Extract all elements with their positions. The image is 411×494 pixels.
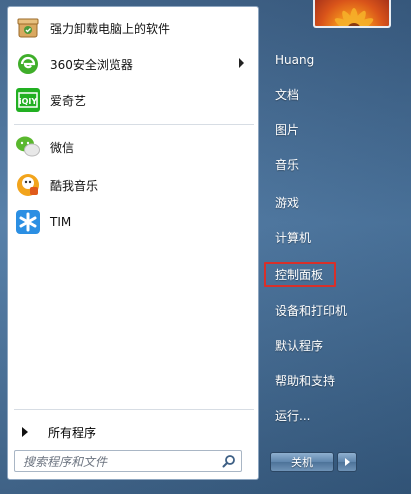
programs-panel: 强力卸载电脑上的软件 360安全浏览器 iQIY 爱奇艺 微信 酷我音乐 TIM… bbox=[7, 6, 259, 480]
program-label: 酷我音乐 bbox=[50, 178, 99, 193]
menu-label: 文档 bbox=[275, 87, 300, 102]
menu-item-documents[interactable]: 文档 bbox=[266, 79, 396, 109]
divider bbox=[14, 124, 254, 125]
program-item-tim[interactable]: TIM bbox=[14, 205, 252, 239]
menu-label: 帮助和支持 bbox=[275, 373, 336, 388]
user-avatar[interactable] bbox=[313, 0, 391, 28]
menu-item-default-programs[interactable]: 默认程序 bbox=[266, 330, 396, 360]
program-label: 360安全浏览器 bbox=[50, 57, 133, 72]
menu-label: Huang bbox=[275, 53, 315, 67]
tim-icon bbox=[14, 208, 42, 236]
program-item-uninstaller[interactable]: 强力卸载电脑上的软件 bbox=[14, 11, 252, 45]
all-programs-label: 所有程序 bbox=[48, 425, 97, 440]
search-icon[interactable] bbox=[222, 454, 236, 471]
shutdown-options-button[interactable] bbox=[337, 452, 357, 472]
kuwo-music-icon bbox=[14, 171, 42, 199]
svg-text:iQIY: iQIY bbox=[19, 97, 38, 106]
menu-item-devices-printers[interactable]: 设备和打印机 bbox=[266, 295, 396, 325]
menu-label: 图片 bbox=[275, 122, 300, 137]
menu-item-computer[interactable]: 计算机 bbox=[266, 222, 396, 252]
divider bbox=[14, 409, 254, 410]
program-label: TIM bbox=[50, 215, 72, 229]
menu-label: 设备和打印机 bbox=[275, 303, 348, 318]
menu-item-games[interactable]: 游戏 bbox=[266, 187, 396, 217]
menu-label: 游戏 bbox=[275, 195, 300, 210]
shutdown-label: 关机 bbox=[291, 456, 313, 469]
menu-item-help-support[interactable]: 帮助和支持 bbox=[266, 365, 396, 395]
menu-label: 计算机 bbox=[275, 230, 312, 245]
program-item-iqiyi[interactable]: iQIY 爱奇艺 bbox=[14, 83, 252, 117]
shutdown-button[interactable]: 关机 bbox=[270, 452, 334, 472]
program-item-360-browser[interactable]: 360安全浏览器 bbox=[14, 47, 252, 81]
menu-item-run[interactable]: 运行... bbox=[266, 400, 396, 430]
menu-label: 音乐 bbox=[275, 157, 300, 172]
highlight-box bbox=[264, 262, 336, 287]
browser-360-icon bbox=[14, 50, 42, 78]
all-programs-button[interactable]: 所有程序 bbox=[14, 421, 252, 443]
arrow-right-icon bbox=[344, 458, 350, 466]
menu-item-music[interactable]: 音乐 bbox=[266, 149, 396, 179]
program-item-kuwo[interactable]: 酷我音乐 bbox=[14, 168, 252, 202]
expand-arrow-icon bbox=[22, 427, 28, 437]
program-label: 微信 bbox=[50, 140, 75, 155]
flower-picture-icon bbox=[334, 8, 374, 26]
wechat-icon bbox=[14, 133, 42, 161]
search-input[interactable] bbox=[21, 453, 215, 471]
menu-item-pictures[interactable]: 图片 bbox=[266, 114, 396, 144]
program-label: 爱奇艺 bbox=[50, 93, 87, 108]
search-box[interactable] bbox=[14, 450, 242, 472]
user-name-link[interactable]: Huang bbox=[266, 45, 396, 75]
uninstaller-icon bbox=[14, 14, 42, 42]
program-item-wechat[interactable]: 微信 bbox=[14, 130, 252, 164]
iqiyi-icon: iQIY bbox=[14, 86, 42, 114]
menu-label: 默认程序 bbox=[275, 338, 324, 353]
menu-label: 运行... bbox=[275, 408, 311, 423]
start-menu: 强力卸载电脑上的软件 360安全浏览器 iQIY 爱奇艺 微信 酷我音乐 TIM… bbox=[0, 0, 411, 494]
submenu-arrow-icon[interactable] bbox=[239, 58, 244, 68]
program-label: 强力卸载电脑上的软件 bbox=[50, 21, 171, 36]
